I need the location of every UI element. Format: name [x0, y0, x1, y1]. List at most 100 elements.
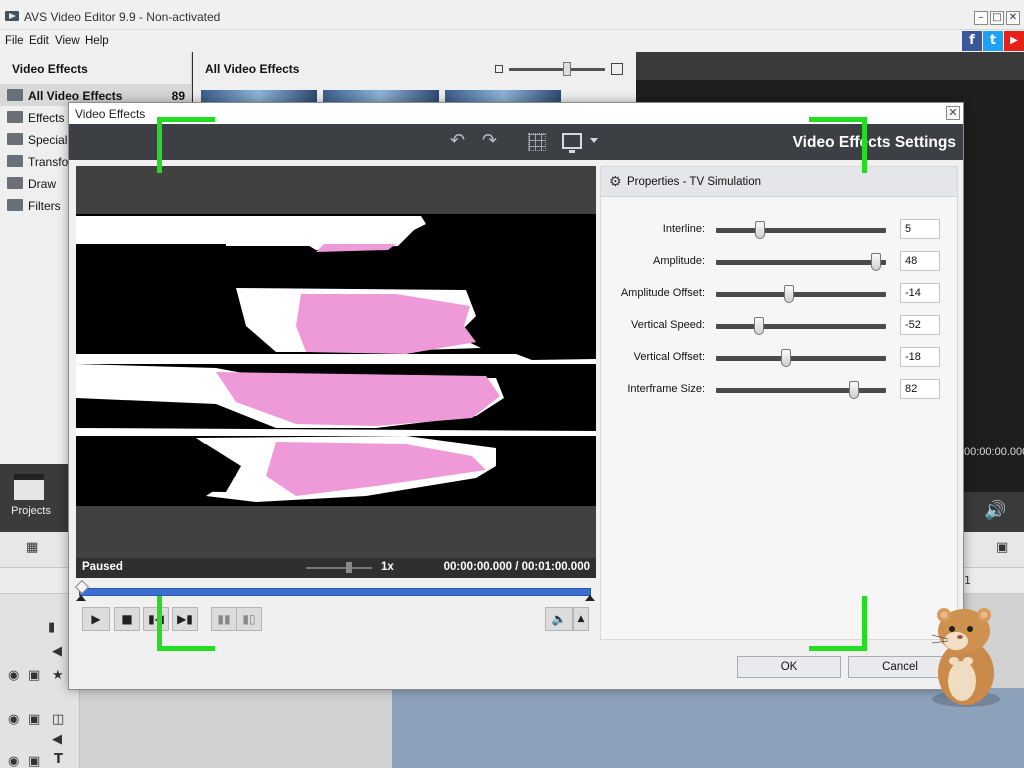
slider-handle[interactable] [755, 221, 766, 239]
text-track-icon: T [54, 752, 63, 767]
slider-handle[interactable] [563, 62, 571, 76]
property-slider[interactable] [716, 356, 886, 361]
properties-header: ⚙ Properties - TV Simulation [601, 167, 957, 197]
properties-title: Properties - TV Simulation [627, 176, 762, 188]
play-button[interactable]: ▶ [82, 607, 110, 631]
visibility-icon[interactable]: ◉ [8, 668, 19, 683]
visibility-icon[interactable]: ◉ [8, 754, 19, 768]
slider-handle[interactable] [870, 253, 881, 271]
focus-corner [157, 117, 215, 122]
property-label: Amplitude: [653, 255, 705, 267]
thumbnail-size-slider[interactable] [509, 68, 605, 71]
next-frame-button[interactable]: ▶▮ [172, 607, 198, 631]
folder-icon [7, 89, 23, 101]
property-slider[interactable] [716, 388, 886, 393]
speed-slider-handle[interactable] [346, 562, 352, 573]
player-timecode: 00:00:00.000 / 00:01:00.000 [443, 561, 590, 573]
chevron-down-icon[interactable] [590, 138, 598, 143]
property-value-input[interactable] [900, 347, 940, 367]
ok-button[interactable]: OK [737, 656, 841, 678]
video-track-icon: ▮ [48, 620, 56, 635]
lock-icon[interactable]: ▣ [28, 754, 40, 768]
seek-bar[interactable] [79, 588, 591, 596]
mark-in-button[interactable]: ▮▮ [211, 607, 237, 631]
property-label: Vertical Speed: [631, 319, 705, 331]
effects-track-icon: ★ [52, 668, 64, 683]
twitter-icon[interactable]: t [983, 31, 1003, 51]
dialog-close-button[interactable]: ✕ [946, 106, 960, 120]
property-label: Amplitude Offset: [620, 287, 705, 299]
focus-corner [157, 596, 162, 651]
redo-icon[interactable]: ↷ [482, 132, 497, 150]
property-value-input[interactable] [900, 379, 940, 399]
property-value-input[interactable] [900, 219, 940, 239]
dialog-title: Video Effects [75, 107, 146, 121]
minimize-button[interactable]: – [974, 11, 988, 25]
menu-edit[interactable]: Edit [29, 35, 49, 47]
undo-icon[interactable]: ↶ [450, 132, 465, 150]
zoom-in-icon[interactable] [611, 63, 623, 75]
property-interline: Interline: [601, 219, 957, 241]
menu-view[interactable]: View [55, 35, 80, 47]
property-value-input[interactable] [900, 251, 940, 271]
property-vertical-offset: Vertical Offset: [601, 347, 957, 369]
storyboard-icon[interactable]: ▦ [26, 540, 38, 555]
property-slider[interactable] [716, 324, 886, 329]
slider-handle[interactable] [753, 317, 764, 335]
fit-timeline-icon[interactable]: ▣ [996, 540, 1008, 555]
grid-icon[interactable] [528, 133, 546, 151]
slider-handle[interactable] [848, 381, 859, 399]
projects-tab[interactable]: Projects [0, 464, 68, 532]
property-slider[interactable] [716, 228, 886, 233]
zoom-out-icon[interactable] [495, 65, 503, 73]
category-label: Transfor [28, 155, 73, 169]
property-slider[interactable] [716, 260, 886, 265]
menu-help[interactable]: Help [85, 35, 109, 47]
focus-corner [809, 117, 867, 122]
panel-title: Video Effects [12, 62, 88, 76]
property-amplitude: Amplitude: [601, 251, 957, 273]
property-label: Vertical Offset: [633, 351, 705, 363]
selection-end-marker[interactable] [585, 595, 595, 601]
focus-corner [809, 646, 867, 651]
audio-mute-icon[interactable]: ◀ [52, 644, 62, 659]
chevron-up-icon[interactable]: ▲ [573, 607, 589, 631]
selection-start-marker[interactable] [76, 595, 86, 601]
lock-icon[interactable]: ▣ [28, 712, 40, 727]
focus-corner [157, 646, 215, 651]
mark-out-button[interactable]: ▮▯ [236, 607, 262, 631]
social-links: f t ▶ [962, 31, 1024, 51]
folder-icon [7, 155, 23, 167]
slider-handle[interactable] [784, 285, 795, 303]
clapperboard-icon [14, 474, 44, 500]
lock-icon[interactable]: ▣ [28, 668, 40, 683]
property-vertical-speed: Vertical Speed: [601, 315, 957, 337]
visibility-icon[interactable]: ◉ [8, 712, 19, 727]
focus-corner [157, 117, 162, 173]
stop-button[interactable]: ■ [114, 607, 140, 631]
property-slider[interactable] [716, 292, 886, 297]
player-statusbar: Paused 1x 00:00:00.000 / 00:01:00.000 [76, 558, 596, 578]
volume-button[interactable]: 🔈 [545, 607, 573, 631]
menu-file[interactable]: File [5, 35, 24, 47]
audio-mute-icon[interactable]: ◀ [52, 732, 62, 747]
property-value-input[interactable] [900, 283, 940, 303]
hamster-mascot-image [931, 608, 1000, 707]
monitor-icon[interactable] [562, 133, 582, 153]
facebook-icon[interactable]: f [962, 31, 982, 51]
property-value-input[interactable] [900, 315, 940, 335]
effect-preview [76, 166, 596, 578]
speed-slider[interactable] [306, 567, 372, 569]
volume-icon[interactable]: 🔊 [984, 500, 1006, 521]
slider-handle[interactable] [780, 349, 791, 367]
maximize-button[interactable]: □ [990, 11, 1004, 25]
dialog-toolbar: ↶ ↷ Video Effects Settings [69, 124, 963, 160]
youtube-icon[interactable]: ▶ [1004, 31, 1024, 51]
previous-frame-button[interactable]: ▮◀ [143, 607, 169, 631]
focus-corner [862, 596, 867, 651]
folder-icon [7, 199, 23, 211]
ruler-mark: 1 [964, 574, 971, 587]
playback-status: Paused [82, 561, 123, 573]
preview-topbar [636, 52, 1024, 80]
close-window-button[interactable]: ✕ [1006, 11, 1020, 25]
